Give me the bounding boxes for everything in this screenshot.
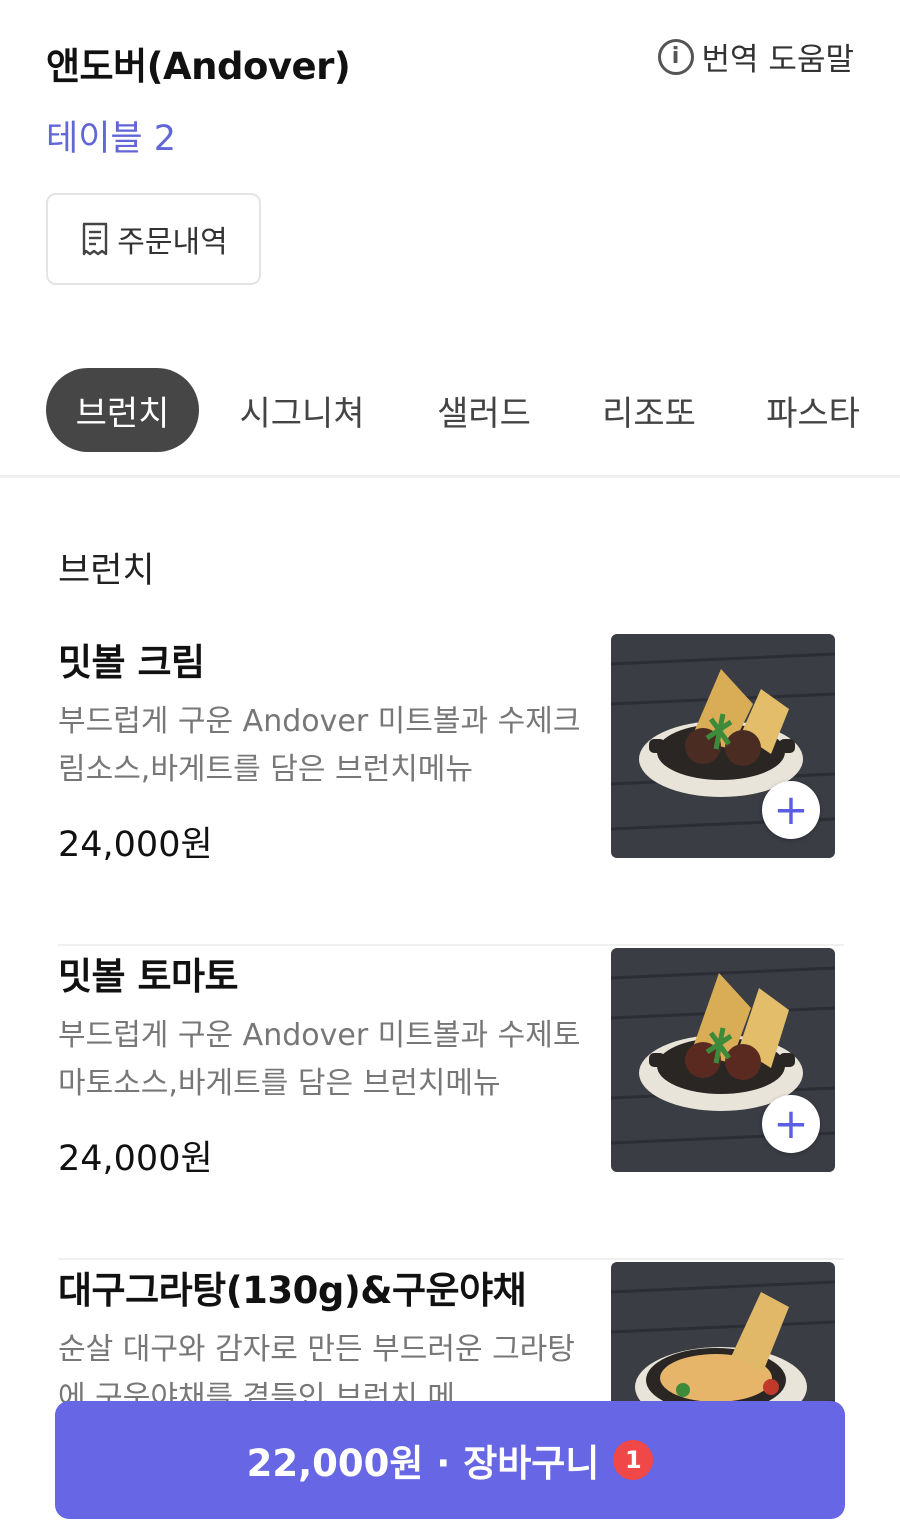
item-name: 밋볼 크림 [58,641,205,684]
plus-icon: + [773,785,809,834]
translation-help-button[interactable]: i 번역 도움말 [657,34,854,79]
menu-item[interactable]: 밋볼 크림 부드럽게 구운 Andover 미트볼과 수제크림소스,바게트를 담… [58,632,844,946]
section-title: 브런치 [58,551,155,591]
tab-risotto[interactable]: 리조또 [583,368,715,452]
store-name: 앤도버(Andover) [46,45,351,88]
cart-count-badge: 1 [613,1440,654,1480]
tab-signature[interactable]: 시그니쳐 [226,368,378,452]
receipt-icon [83,222,108,256]
item-price: 24,000원 [58,1139,213,1179]
add-to-cart-button[interactable]: + [762,781,820,839]
tab-salad[interactable]: 샐러드 [418,368,550,452]
plus-icon: + [773,1099,809,1148]
item-description: 부드럽게 구운 Andover 미트볼과 수제토마토소스,바게트를 담은 브런치… [58,1018,581,1101]
cart-button[interactable]: 22,000원 · 장바구니 1 [55,1401,845,1519]
item-name: 밋볼 토마토 [58,955,239,998]
item-description: 부드럽게 구운 Andover 미트볼과 수제크림소스,바게트를 담은 브런치메… [58,704,581,787]
table-name: 테이블 2 [46,119,176,159]
add-to-cart-button[interactable]: + [762,1095,820,1153]
item-name: 대구그라탕(130g)&구운야채 [58,1269,527,1312]
order-history-label: 주문내역 [117,225,228,260]
info-circle-icon: i [657,38,694,75]
order-history-button[interactable]: 주문내역 [46,193,261,285]
category-tabs: 브런치 시그니쳐 샐러드 리조또 파스타 [0,360,900,478]
tab-brunch[interactable]: 브런치 [46,368,199,452]
item-price: 24,000원 [58,825,213,865]
cart-label: 22,000원 · 장바구니 [246,1442,600,1485]
menu-item[interactable]: 밋볼 토마토 부드럽게 구운 Andover 미트볼과 수제토마토소스,바게트를… [58,946,844,1260]
header: 앤도버(Andover) 테이블 2 i 번역 도움말 주문내역 [0,0,900,330]
translation-help-label: 번역 도움말 [701,42,854,78]
tab-pasta[interactable]: 파스타 [748,368,878,452]
